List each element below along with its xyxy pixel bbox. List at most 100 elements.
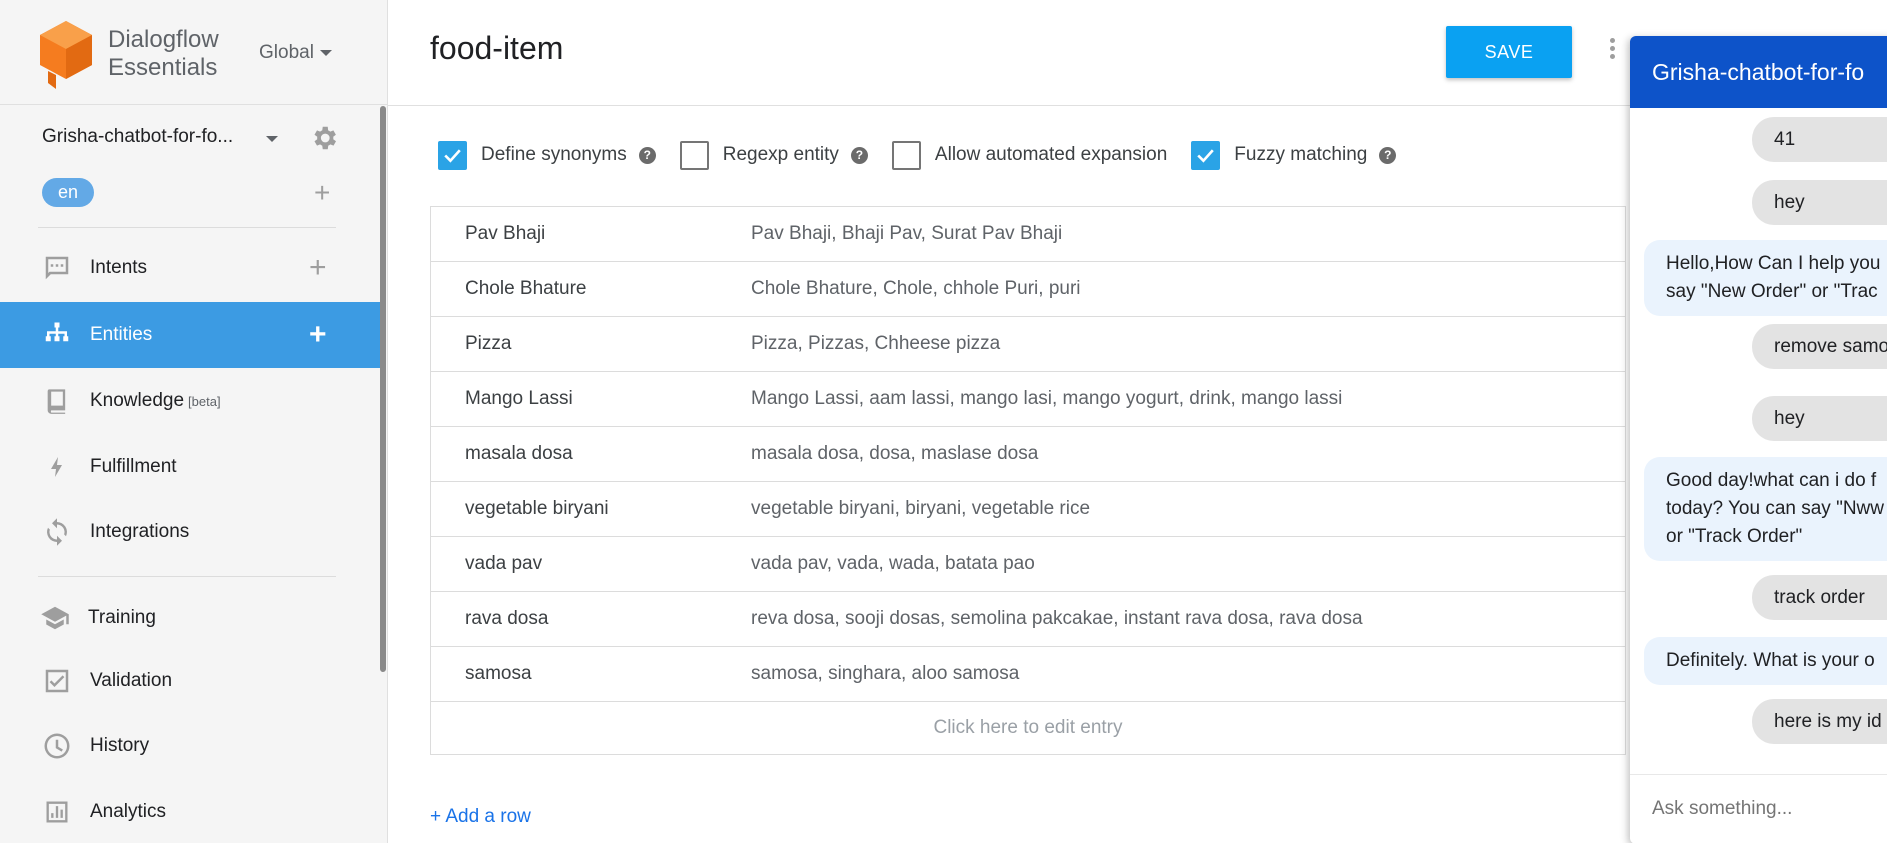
dialogflow-app: Dialogflow Essentials Global Grisha-chat… (0, 0, 1887, 843)
chevron-down-icon[interactable] (266, 136, 278, 142)
user-message: remove samo (1752, 324, 1887, 369)
option-regexp-entity[interactable]: Regexp entity ? (679, 140, 868, 170)
lightning-icon (40, 450, 74, 484)
sidebar-item-history[interactable]: History (0, 713, 380, 779)
reference-value[interactable]: Pav Bhaji (431, 223, 751, 245)
divider (0, 104, 387, 105)
save-button[interactable]: SAVE (1446, 26, 1572, 78)
sidebar-scrollbar[interactable] (380, 106, 386, 672)
option-define-synonyms[interactable]: Define synonyms ? (438, 140, 656, 170)
sidebar-item-label: Knowledge (90, 390, 185, 411)
sidebar-item-analytics[interactable]: Analytics (0, 779, 380, 843)
sidebar-item-knowledge[interactable]: Knowledge [beta] (0, 368, 380, 434)
add-entity-icon[interactable]: + (309, 318, 327, 352)
sidebar: Dialogflow Essentials Global Grisha-chat… (0, 0, 388, 843)
table-row[interactable]: Chole Bhature Chole Bhature, Chole, chhol… (431, 262, 1625, 317)
reference-value[interactable]: Pizza (431, 333, 751, 355)
entity-header: food-item SAVE (388, 0, 1670, 106)
sidebar-item-integrations[interactable]: Integrations (0, 499, 380, 565)
option-label: Fuzzy matching (1234, 144, 1368, 165)
console-title: Grisha-chatbot-for-fo (1630, 36, 1887, 108)
synonyms[interactable]: vegetable biryani, biryani, vegetable ri… (751, 498, 1090, 520)
table-row[interactable]: masala dosa masala dosa, dosa, maslase do… (431, 427, 1625, 482)
synonyms[interactable]: vada pav, vada, wada, batata pao (751, 553, 1035, 575)
table-row[interactable]: samosa samosa, singhara, aloo samosa (431, 647, 1625, 702)
chat-bubble-icon (40, 251, 74, 285)
synonyms[interactable]: Chole Bhature, Chole, chhole Puri, puri (751, 278, 1081, 300)
synonyms[interactable]: samosa, singhara, aloo samosa (751, 663, 1019, 685)
bot-message: Definitely. What is your o (1644, 637, 1887, 685)
reference-value[interactable]: Chole Bhature (431, 278, 751, 300)
checkbox-icon (40, 664, 74, 698)
add-intent-icon[interactable]: + (309, 251, 327, 285)
reference-value[interactable]: vegetable biryani (431, 498, 751, 520)
user-message: hey (1752, 396, 1887, 441)
checkbox-unchecked-icon[interactable] (679, 140, 709, 170)
sidebar-item-validation[interactable]: Validation (0, 648, 380, 714)
sidebar-item-entities[interactable]: Entities + (0, 302, 380, 368)
chevron-down-icon (319, 50, 332, 56)
brand-line-1: Dialogflow (108, 26, 219, 53)
reference-value[interactable]: samosa (431, 663, 751, 685)
option-automated-expansion[interactable]: Allow automated expansion (891, 140, 1168, 170)
sidebar-item-intents[interactable]: Intents + (0, 235, 380, 301)
synonyms[interactable]: masala dosa, dosa, maslase dosa (751, 443, 1038, 465)
sidebar-item-training[interactable]: Training (0, 585, 380, 651)
table-row[interactable]: rava dosa reva dosa, sooji dosas, semolin… (431, 592, 1625, 647)
sidebar-item-fulfillment[interactable]: Fulfillment (0, 434, 380, 500)
entity-name[interactable]: food-item (430, 30, 563, 67)
sidebar-item-label: Analytics (90, 801, 167, 822)
option-label: Allow automated expansion (934, 144, 1168, 165)
option-label: Regexp entity (722, 144, 839, 165)
help-icon[interactable]: ? (1379, 146, 1397, 164)
sync-icon (40, 515, 74, 549)
table-row[interactable]: Pav Bhaji Pav Bhaji, Bhaji Pav, Surat Pav… (431, 207, 1625, 262)
edit-entry-row[interactable]: Click here to edit entry (431, 702, 1625, 754)
entity-entries-table: Pav Bhaji Pav Bhaji, Bhaji Pav, Surat Pav… (430, 206, 1626, 755)
brand-name: Dialogflow Essentials (108, 26, 219, 82)
region-selector[interactable]: Global (259, 42, 332, 64)
user-message: hey (1752, 180, 1887, 225)
reference-value[interactable]: vada pav (431, 553, 751, 575)
reference-value[interactable]: masala dosa (431, 443, 751, 465)
brand[interactable]: Dialogflow Essentials (38, 18, 219, 90)
sidebar-item-label: Entities (90, 324, 153, 345)
sidebar-item-label: Integrations (90, 521, 190, 542)
sidebar-item-label: Fulfillment (90, 456, 177, 477)
entity-options: Define synonyms ? Regexp entity ? Allow … (438, 140, 1420, 170)
synonyms[interactable]: reva dosa, sooji dosas, semolina pakcaka… (751, 608, 1363, 630)
table-row[interactable]: vada pav vada pav, vada, wada, batata pao (431, 537, 1625, 592)
entity-editor: food-item SAVE Define synonyms ? Regexp … (388, 0, 1670, 843)
hierarchy-icon (40, 318, 74, 352)
user-message: here is my id (1752, 699, 1887, 744)
sidebar-item-label: History (90, 735, 150, 756)
synonyms[interactable]: Pav Bhaji, Bhaji Pav, Surat Pav Bhaji (751, 223, 1062, 245)
more-options-icon[interactable] (1610, 38, 1618, 62)
add-language-icon[interactable]: + (314, 179, 330, 207)
dialogflow-logo-icon (38, 19, 94, 89)
checkbox-checked-icon[interactable] (1191, 140, 1221, 170)
conversation: 41 hey Hello,How Can I help you say "New… (1630, 108, 1887, 764)
table-row[interactable]: vegetable biryani vegetable biryani, biry… (431, 482, 1625, 537)
brand-line-2: Essentials (108, 54, 218, 81)
checkbox-unchecked-icon[interactable] (891, 140, 921, 170)
option-fuzzy-matching[interactable]: Fuzzy matching ? (1191, 140, 1397, 170)
checkbox-checked-icon[interactable] (438, 140, 467, 170)
user-message: track order (1752, 575, 1887, 620)
agent-selector[interactable]: Grisha-chatbot-for-fo... (42, 126, 233, 148)
synonyms[interactable]: Pizza, Pizzas, Chheese pizza (751, 333, 1000, 355)
synonyms[interactable]: Mango Lassi, aam lassi, mango lasi, mang… (751, 388, 1342, 410)
option-label: Define synonyms (481, 144, 627, 165)
table-row[interactable]: Pizza Pizza, Pizzas, Chheese pizza (431, 317, 1625, 372)
gear-icon[interactable] (309, 123, 339, 158)
table-row[interactable]: Mango Lassi Mango Lassi, aam lassi, mango… (431, 372, 1625, 427)
help-icon[interactable]: ? (638, 146, 656, 164)
region-label: Global (259, 42, 314, 63)
add-row-link[interactable]: + Add a row (430, 806, 531, 828)
language-badge[interactable]: en (42, 178, 94, 207)
help-icon[interactable]: ? (850, 146, 868, 164)
ask-something-input[interactable]: Ask something... (1630, 774, 1887, 843)
clock-icon (40, 729, 74, 763)
reference-value[interactable]: Mango Lassi (431, 388, 751, 410)
reference-value[interactable]: rava dosa (431, 608, 751, 630)
